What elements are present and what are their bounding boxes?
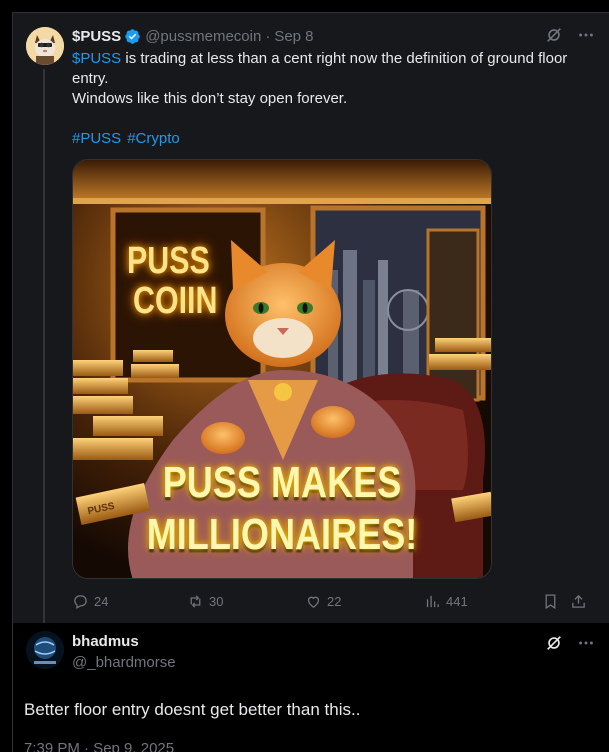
tweet-action-bar: 24 30 22 441 — [72, 593, 597, 613]
handle[interactable]: @pussmemecoin — [145, 28, 261, 45]
tweet-text-line1: is trading at less than a cent right now… — [72, 50, 568, 87]
repost-button[interactable]: 30 — [187, 593, 223, 610]
grok-icon[interactable] — [544, 25, 564, 45]
verified-badge-icon — [124, 28, 141, 45]
tweet-body: Better floor entry doesnt get better tha… — [24, 700, 361, 719]
conversation-panel: $PUSS @pussmemecoin · Sep 8 $PUSS is tra… — [12, 12, 609, 752]
reply-button[interactable]: 24 — [72, 593, 108, 610]
like-button[interactable]: 22 — [305, 593, 341, 610]
image-caption-line1: PUSS MAKES — [162, 458, 402, 507]
handle[interactable]: @_bhardmorse — [72, 654, 176, 671]
separator-dot: · — [265, 27, 271, 45]
hashtag-list: #PUSS #Crypto — [72, 129, 597, 149]
tweet-header: $PUSS @pussmemecoin · Sep 8 — [72, 26, 314, 46]
like-count: 22 — [327, 594, 342, 609]
grok-icon[interactable] — [544, 633, 564, 653]
tweet-media-image[interactable]: PUSS PUSS COIIN PUSS MAKES MILLIONAIRES! — [72, 159, 492, 579]
tweet-body: $PUSS is trading at less than a cent rig… — [72, 49, 597, 149]
reply-icon — [74, 595, 87, 610]
bookmark-button[interactable] — [542, 593, 559, 610]
globe-avatar-image — [26, 631, 64, 669]
neon-sign-line1: PUSS — [127, 240, 210, 282]
tweet-date[interactable]: Sep 8 — [274, 28, 313, 45]
display-name[interactable]: $PUSS — [72, 28, 121, 45]
cat-avatar-image — [26, 27, 64, 65]
avatar[interactable] — [26, 631, 64, 669]
hashtag-link[interactable]: #PUSS — [72, 130, 121, 147]
bookmark-icon — [545, 594, 556, 610]
more-icon[interactable] — [576, 25, 596, 45]
tweet-top-actions — [544, 633, 596, 653]
avatar[interactable] — [26, 27, 64, 65]
share-icon — [572, 594, 585, 608]
quoted-parent-tweet[interactable]: $PUSS @pussmemecoin · Sep 8 $PUSS is tra… — [13, 13, 609, 629]
tweet-text-line2: Windows like this don’t stay open foreve… — [72, 90, 348, 107]
views-button[interactable]: 441 — [424, 593, 468, 610]
more-icon[interactable] — [576, 633, 596, 653]
hashtag-link[interactable]: #Crypto — [127, 130, 180, 147]
repost-icon — [190, 595, 201, 608]
views-count: 441 — [446, 594, 468, 609]
thread-connector-line — [43, 69, 45, 629]
tweet-top-actions — [544, 25, 596, 45]
views-icon — [426, 595, 439, 608]
image-caption-line2: MILLIONAIRES! — [146, 510, 418, 559]
like-icon — [307, 596, 320, 608]
cashtag-link[interactable]: $PUSS — [72, 50, 121, 67]
tweet-text-paragraph: $PUSS is trading at less than a cent rig… — [72, 49, 597, 89]
neon-sign-line2: COIIN — [133, 280, 218, 322]
focused-reply-tweet[interactable]: bhadmus @_bhardmorse Better floor entry … — [13, 623, 609, 752]
reply-count: 24 — [94, 594, 109, 609]
share-button[interactable] — [570, 593, 587, 610]
repost-count: 30 — [209, 594, 224, 609]
tweet-timestamp[interactable]: 7:39 PM · Sep 9, 2025 — [24, 740, 174, 752]
display-name[interactable]: bhadmus — [72, 633, 139, 650]
